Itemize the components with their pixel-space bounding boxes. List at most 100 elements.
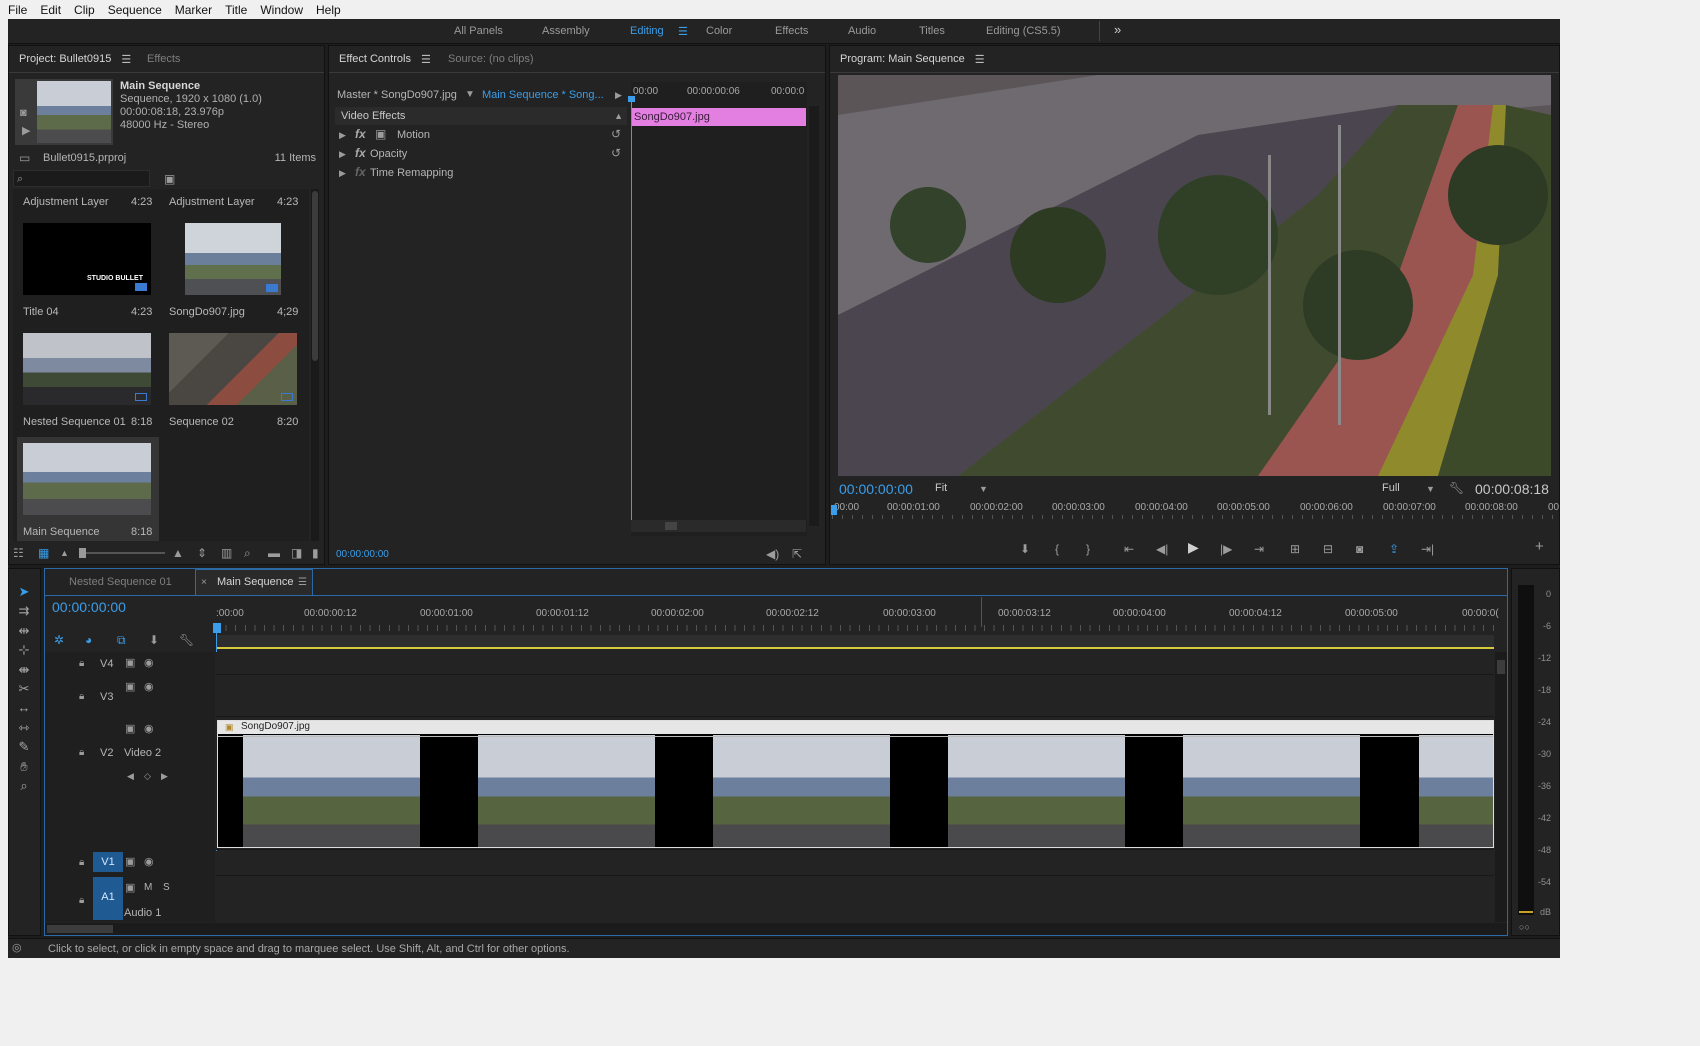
sync-lock-icon[interactable]: ▣ (125, 657, 135, 669)
playhead-handle[interactable] (628, 96, 635, 102)
new-item-icon[interactable]: ◨ (291, 547, 302, 559)
linked-selection-icon[interactable]: ◕ (85, 634, 92, 646)
effect-controls-timecode[interactable]: 00:00:00:00 (336, 549, 389, 560)
solo-meter-icon[interactable]: ○○ (1519, 921, 1530, 933)
item-thumbnail-title[interactable]: STUDIO BULLET (23, 223, 151, 295)
tab-nested-sequence[interactable]: Nested Sequence 01 (69, 569, 172, 594)
scrollbar-thumb[interactable] (1497, 660, 1505, 674)
filter-icon[interactable]: ◀) (766, 548, 779, 560)
zoom-large-icon[interactable]: ▲ (172, 547, 184, 559)
play-preview-icon[interactable]: ▶ (22, 125, 30, 137)
fit-dropdown[interactable]: Fit ▼ (935, 482, 991, 497)
quality-dropdown[interactable]: Full ▼ (1382, 482, 1438, 497)
workspace-audio[interactable]: Audio (848, 25, 876, 37)
zoom-icon[interactable]: ⌕ (14, 778, 34, 794)
camera-icon[interactable]: ◙ (20, 107, 27, 119)
icon-view-icon[interactable]: ▦ (38, 547, 49, 559)
zoom-slider-handle[interactable] (79, 548, 86, 558)
item-thumbnail-songdo[interactable] (185, 223, 281, 295)
track-row-v4[interactable] (216, 652, 1494, 675)
expand-triangle-icon[interactable]: ▶ (339, 129, 346, 141)
track-row-v1[interactable] (216, 851, 1494, 876)
tab-effects[interactable]: Effects (147, 46, 180, 72)
workspace-editing-cs55[interactable]: Editing (CS5.5) (986, 25, 1061, 37)
hand-icon[interactable]: ✋︎ (14, 759, 34, 775)
find-icon[interactable]: ⌕ (244, 547, 251, 559)
lift-icon[interactable]: ⊞ (1290, 543, 1300, 555)
track-row-a1[interactable] (216, 876, 1494, 921)
close-icon[interactable]: × (201, 577, 207, 589)
workspace-menu-icon[interactable]: ☰ (678, 25, 688, 38)
mute-button[interactable]: M (144, 882, 152, 893)
project-search-input[interactable]: ⌕ (13, 170, 150, 187)
playhead-handle[interactable] (831, 505, 837, 515)
export-frame-icon[interactable]: ⇱ (792, 548, 802, 560)
timeline-vscroll[interactable] (1495, 652, 1507, 922)
menu-clip[interactable]: Clip (72, 3, 97, 17)
list-view-icon[interactable]: ☷ (13, 547, 24, 559)
lock-icon[interactable]: 🔒︎ (79, 747, 84, 759)
timeline-timecode[interactable]: 00:00:00:00 (52, 599, 126, 615)
tab-source[interactable]: Source: (no clips) (448, 46, 534, 72)
selection-tool-icon[interactable]: ➤ (14, 584, 34, 600)
menu-help[interactable]: Help (314, 3, 343, 17)
mark-out-icon[interactable]: } (1086, 543, 1090, 555)
trash-icon[interactable]: ▮ (312, 547, 319, 559)
wrench-icon[interactable]: 🔧︎ (1449, 482, 1464, 494)
zoom-slider[interactable] (79, 548, 165, 558)
program-current-timecode[interactable]: 00:00:00:00 (839, 481, 913, 497)
razor-icon[interactable]: ✂ (14, 681, 34, 697)
tab-effect-controls[interactable]: Effect Controls ☰ (339, 46, 431, 72)
reset-icon[interactable]: ↺ (611, 147, 621, 159)
timeline-clip[interactable]: ▣ SongDo907.jpg (217, 720, 1494, 848)
lock-icon[interactable]: 🔒︎ (79, 658, 84, 670)
project-scrollbar[interactable] (311, 189, 319, 541)
collapse-icon[interactable]: ▲ (614, 110, 623, 122)
slip-icon[interactable]: ↔ (14, 700, 34, 715)
opacity-line[interactable] (218, 736, 1493, 737)
pen-icon[interactable]: ✎ (14, 739, 34, 755)
prev-keyframe-icon[interactable]: ◀ (127, 770, 134, 782)
work-area-bar[interactable] (216, 635, 1494, 649)
tab-main-sequence[interactable]: × Main Sequence ☰ (195, 569, 313, 595)
next-keyframe-icon[interactable]: ▶ (161, 770, 168, 782)
dropdown-icon[interactable]: ▼ (465, 89, 475, 101)
effect-row-time-remapping[interactable]: ▶ fx Time Remapping (335, 164, 627, 183)
workspace-all-panels[interactable]: All Panels (454, 25, 503, 37)
play-icon[interactable]: ▶ (1188, 540, 1199, 554)
ec-vertical-scrollbar[interactable] (809, 106, 819, 526)
new-bin-icon[interactable]: ▬ (268, 547, 280, 559)
new-bin-icon[interactable]: ▣ (164, 173, 175, 185)
sync-lock-icon[interactable]: ▣ (125, 723, 135, 735)
add-button-icon[interactable]: + (1535, 539, 1544, 554)
sequence-clip-label[interactable]: Main Sequence * Song... (482, 89, 604, 101)
snap-icon[interactable]: ✲ (54, 634, 64, 646)
playhead-handle[interactable] (213, 623, 221, 633)
fx-icon[interactable]: fx (355, 128, 366, 140)
expand-triangle-icon[interactable]: ▶ (339, 148, 346, 160)
reset-icon[interactable]: ↺ (611, 128, 621, 140)
tab-project[interactable]: Project: Bullet0915 ☰ (19, 46, 131, 72)
menu-marker[interactable]: Marker (173, 3, 214, 17)
add-marker-icon[interactable]: ⬇ (1020, 543, 1030, 555)
slide-icon[interactable]: ⇿ (14, 720, 34, 736)
automate-sequence-icon[interactable]: ▥ (221, 547, 232, 559)
track-target-a1[interactable]: A1 (93, 877, 123, 920)
track-select-icon[interactable]: ⇉ (14, 603, 34, 619)
eye-icon[interactable]: ◉ (144, 856, 154, 868)
transform-icon[interactable]: ▣ (375, 128, 386, 140)
zoom-small-icon[interactable]: ▲ (60, 547, 69, 559)
fx-icon[interactable]: fx (355, 147, 366, 159)
mark-in-icon[interactable]: { (1055, 543, 1059, 555)
scrollbar-thumb[interactable] (47, 925, 113, 933)
program-video-frame[interactable] (838, 75, 1551, 476)
rate-stretch-icon[interactable]: ⇼ (14, 662, 34, 678)
sync-lock-icon[interactable]: ▣ (125, 856, 135, 868)
solo-button[interactable]: S (163, 882, 170, 893)
trim-icon[interactable]: ⇥| (1421, 543, 1434, 555)
creative-cloud-icon[interactable]: ◎ (12, 942, 22, 954)
scrollbar-thumb[interactable] (665, 522, 677, 530)
panel-menu-icon[interactable]: ☰ (121, 53, 131, 66)
playhead-line[interactable] (631, 98, 632, 528)
insert-sequence-icon[interactable]: ⧉ (117, 634, 126, 646)
